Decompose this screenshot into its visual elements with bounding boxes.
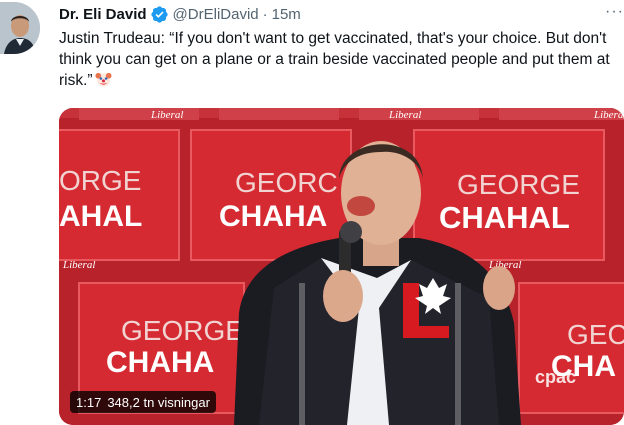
sign-right-line2: CHAHAL — [439, 200, 570, 235]
sign-bottom-right-line1: GEC — [567, 319, 624, 350]
sign-left-line1: ORGE — [59, 165, 141, 196]
video-info-badge: 1:17 348,2 tn visningar — [70, 391, 216, 413]
sign-bottom-left-line2: CHAHA — [106, 346, 214, 379]
video-view-count: 348,2 tn visningar — [107, 394, 210, 410]
more-options-icon[interactable]: ··· — [602, 4, 624, 24]
sign-left-line2: AHAL — [59, 200, 142, 233]
liberal-mark-3: Liberal — [593, 109, 624, 121]
liberal-mark-2: Liberal — [388, 109, 421, 121]
sign-right-line1: GEORGE — [457, 169, 580, 200]
clown-face-emoji-icon — [95, 72, 112, 87]
tweet-text-content: Justin Trudeau: “If you don't want to ge… — [59, 30, 610, 89]
video-player[interactable]: ORGE AHAL GEORC CHAHA GEORGE CHAHAL GEOR… — [59, 108, 624, 425]
verified-badge-icon — [150, 5, 168, 23]
avatar-image — [0, 2, 40, 54]
liberal-mark-4: Liberal — [62, 259, 95, 271]
sign-mid-line1: GEORC — [235, 167, 338, 198]
cpac-watermark: cpac — [535, 367, 576, 387]
video-duration: 1:17 — [76, 394, 102, 410]
separator-dot: · — [262, 5, 268, 23]
author-handle[interactable]: @DrEliDavid — [173, 6, 259, 23]
liberal-mark-1: Liberal — [150, 109, 183, 121]
tweet-text: Justin Trudeau: “If you don't want to ge… — [59, 28, 623, 91]
timestamp[interactable]: 15m — [272, 6, 301, 23]
tweet-header: Dr. Eli David @DrEliDavid · 15m — [59, 4, 301, 24]
avatar[interactable] — [0, 2, 40, 54]
sign-mid-line2: CHAHA — [219, 200, 327, 233]
video-frame: ORGE AHAL GEORC CHAHA GEORGE CHAHAL GEOR… — [59, 108, 624, 425]
sign-bottom-left-line1: GEORGE — [121, 315, 244, 346]
tweet-card[interactable]: Dr. Eli David @DrEliDavid · 15m ··· Just… — [0, 0, 624, 425]
author-name[interactable]: Dr. Eli David — [59, 6, 147, 23]
